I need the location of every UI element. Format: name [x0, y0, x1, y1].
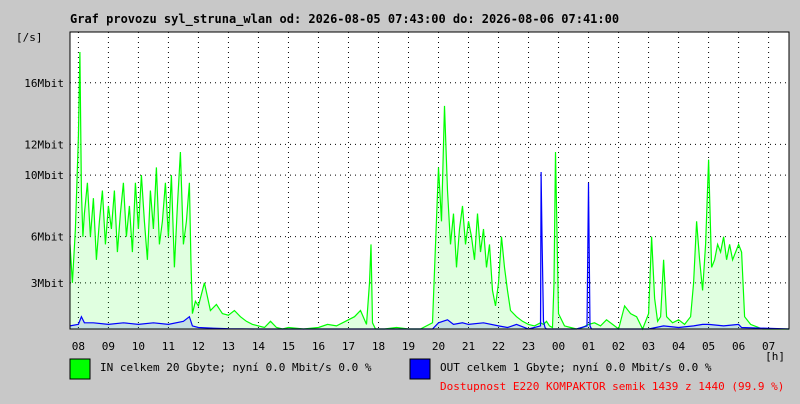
x-tick-label: 09 — [102, 340, 115, 353]
x-tick-label: 01 — [582, 340, 595, 353]
legend-in-text: IN celkem 20 Gbyte; nyní 0.0 Mbit/s 0.0 … — [100, 361, 372, 374]
x-axis-label: [h] — [765, 350, 785, 363]
x-tick-label: 08 — [72, 340, 85, 353]
x-tick-label: 11 — [162, 340, 175, 353]
x-tick-label: 12 — [192, 340, 205, 353]
x-tick-label: 16 — [312, 340, 325, 353]
legend-out-text: OUT celkem 1 Gbyte; nyní 0.0 Mbit/s 0.0 … — [440, 361, 712, 374]
x-tick-label: 21 — [462, 340, 475, 353]
x-tick-label: 06 — [732, 340, 745, 353]
traffic-chart-svg: Graf provozu syl_struna_wlan od: 2026-08… — [0, 0, 800, 400]
x-tick-label: 22 — [492, 340, 505, 353]
availability-text: Dostupnost E220 KOMPAKTOR semik 1439 z 1… — [440, 380, 784, 393]
y-tick-label: 10Mbit — [24, 169, 64, 182]
y-axis-label: [/s] — [16, 31, 43, 44]
x-tick-label: 03 — [642, 340, 655, 353]
y-tick-label: 16Mbit — [24, 77, 64, 90]
x-tick-label: 05 — [702, 340, 715, 353]
legend-in-swatch — [69, 358, 91, 380]
traffic-graph: Graf provozu syl_struna_wlan od: 2026-08… — [0, 0, 800, 400]
x-tick-label: 18 — [372, 340, 385, 353]
x-tick-label: 20 — [432, 340, 445, 353]
x-tick-label: 19 — [402, 340, 415, 353]
x-tick-label: 15 — [282, 340, 295, 353]
x-tick-label: 14 — [252, 340, 266, 353]
x-tick-label: 13 — [222, 340, 235, 353]
x-tick-label: 04 — [672, 340, 686, 353]
legend-out-swatch — [409, 358, 431, 380]
y-tick-label: 3Mbit — [31, 277, 64, 290]
y-tick-label: 6Mbit — [31, 231, 64, 244]
x-tick-label: 10 — [132, 340, 145, 353]
x-tick-label: 00 — [552, 340, 565, 353]
x-tick-label: 02 — [612, 340, 625, 353]
y-tick-label: 12Mbit — [24, 138, 64, 151]
chart-title: Graf provozu syl_struna_wlan od: 2026-08… — [70, 12, 619, 27]
x-tick-label: 23 — [522, 340, 535, 353]
x-tick-label: 17 — [342, 340, 355, 353]
